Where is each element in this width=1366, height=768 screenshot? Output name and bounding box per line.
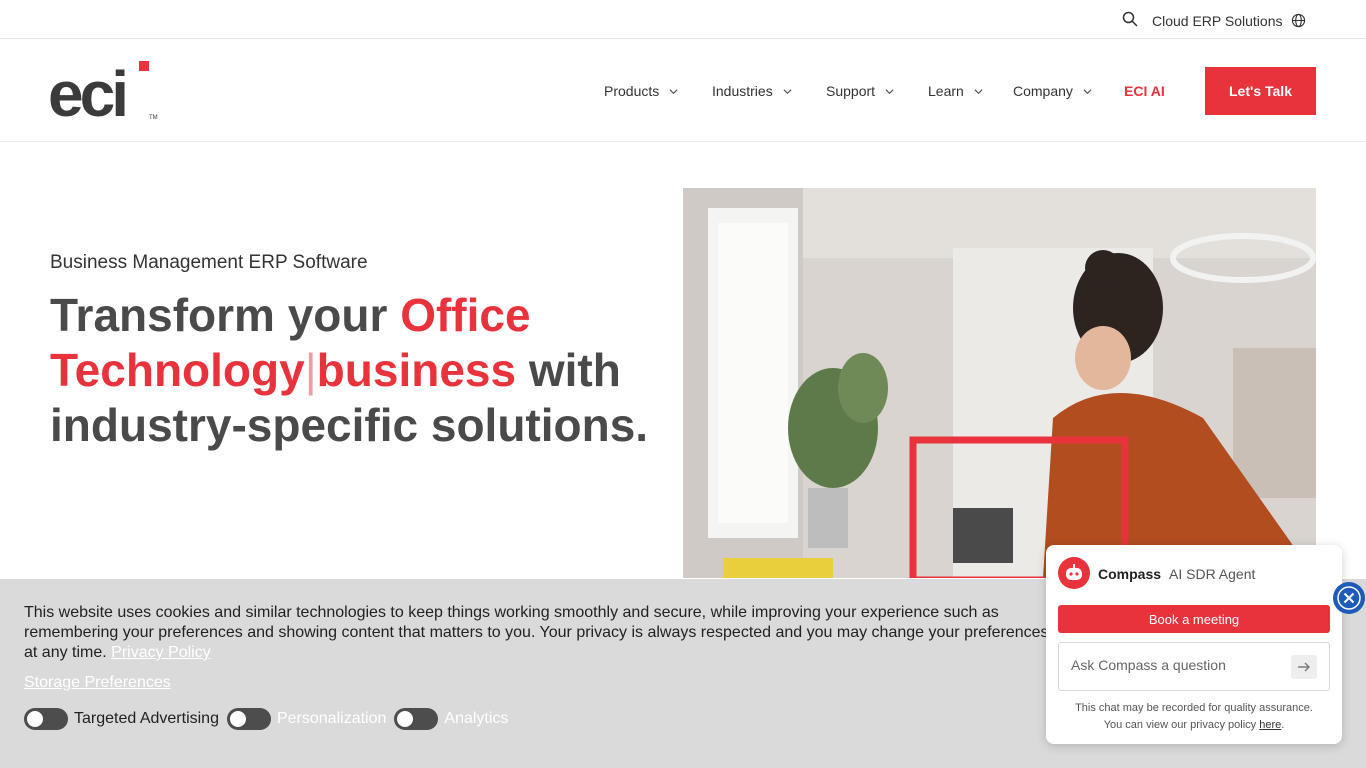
globe-icon[interactable]: [1291, 13, 1306, 28]
utility-bar: Cloud ERP Solutions: [0, 0, 1366, 39]
chat-agent-name: Compass: [1098, 566, 1162, 582]
toggle-label: Targeted Advertising: [74, 710, 219, 727]
chevron-down-icon: [974, 88, 983, 94]
targeted-advertising-toggle[interactable]: [24, 708, 68, 730]
cookie-toggles: Targeted Advertising Personalization Ana…: [24, 708, 516, 730]
logo-text: eci: [48, 59, 125, 121]
chat-agent-role: AI SDR Agent: [1169, 566, 1256, 582]
nav-item-label: Company: [1013, 83, 1073, 99]
typing-cursor: |: [304, 344, 317, 396]
logo-trademark: TM: [149, 115, 158, 121]
chat-widget: Compass AI SDR Agent Book a meeting This…: [1046, 545, 1342, 744]
book-meeting-button[interactable]: Book a meeting: [1058, 605, 1330, 633]
toggle-label: Analytics: [444, 710, 509, 727]
nav-item-products[interactable]: Products: [604, 83, 678, 99]
chat-privacy-link[interactable]: here: [1259, 719, 1281, 731]
disclaimer-line2: You can view our privacy policy here.: [1046, 717, 1342, 734]
chat-close-button[interactable]: [1333, 582, 1365, 614]
cloud-erp-link[interactable]: Cloud ERP Solutions: [1152, 13, 1282, 29]
hero-headline: Transform your Office Technology|busines…: [50, 288, 650, 453]
nav-item-company[interactable]: Company: [1013, 83, 1092, 99]
arrow-right-icon: [1298, 662, 1310, 672]
personalization-toggle[interactable]: [226, 708, 271, 730]
nav-item-label: Industries: [712, 83, 773, 99]
disclaimer-text: You can view our privacy policy: [1103, 719, 1260, 731]
analytics-toggle[interactable]: [394, 708, 439, 730]
compass-avatar: [1058, 557, 1090, 589]
cookie-text: This website uses cookies and similar te…: [24, 603, 1054, 663]
chat-input-box: [1058, 642, 1330, 691]
send-button[interactable]: [1291, 655, 1317, 679]
nav-item-industries[interactable]: Industries: [712, 83, 792, 99]
toggle-label: Personalization: [276, 710, 387, 727]
chat-question-input[interactable]: [1071, 657, 1281, 673]
headline-rotating-2: business: [316, 344, 517, 396]
hero-eyebrow: Business Management ERP Software: [50, 252, 368, 273]
lets-talk-button[interactable]: Let's Talk: [1205, 67, 1316, 115]
robot-icon: [1066, 564, 1082, 580]
chevron-down-icon: [885, 88, 894, 94]
nav-item-eci-ai[interactable]: ECI AI: [1124, 83, 1165, 99]
chevron-down-icon: [1083, 88, 1092, 94]
chevron-down-icon: [669, 88, 678, 94]
eci-logo[interactable]: eci TM: [48, 59, 163, 121]
nav-item-support[interactable]: Support: [826, 83, 894, 99]
nav-item-learn[interactable]: Learn: [928, 83, 983, 99]
chat-disclaimer: This chat may be recorded for quality as…: [1046, 700, 1342, 734]
nav-item-label: Products: [604, 83, 660, 99]
headline-part1: Transform your: [50, 289, 401, 341]
disclaimer-line1: This chat may be recorded for quality as…: [1075, 702, 1313, 714]
main-nav: eci TM Products Industries Support Learn…: [0, 39, 1366, 142]
nav-item-label: Support: [826, 83, 876, 99]
nav-item-label: Learn: [928, 83, 964, 99]
chevron-down-icon: [783, 88, 792, 94]
hero-image: [683, 188, 1316, 578]
privacy-policy-link[interactable]: Privacy Policy: [111, 644, 211, 661]
disclaimer-end: .: [1281, 719, 1285, 731]
close-icon: [1337, 586, 1361, 610]
search-icon[interactable]: [1122, 11, 1138, 27]
storage-preferences-link[interactable]: Storage Preferences: [24, 674, 171, 692]
